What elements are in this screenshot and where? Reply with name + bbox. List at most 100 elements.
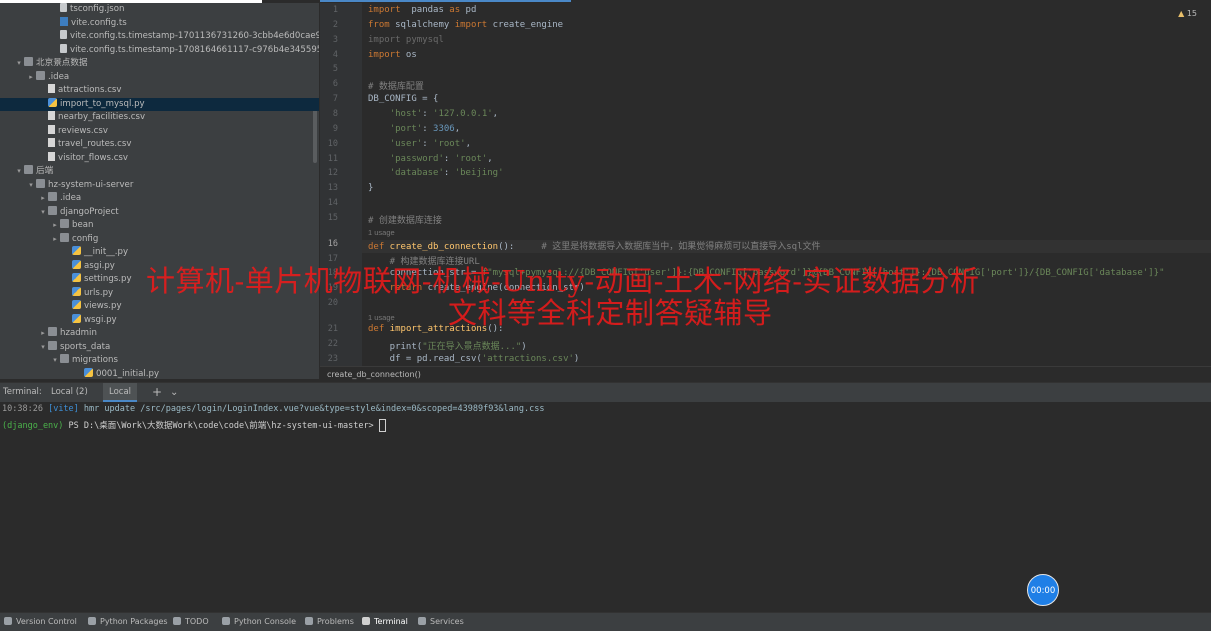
- expand-arrow-icon[interactable]: ▾: [50, 354, 60, 368]
- py-icon: [72, 246, 81, 255]
- tree-item[interactable]: visitor_flows.csv: [0, 151, 319, 166]
- tool-window-button[interactable]: Problems: [305, 613, 354, 631]
- folder-icon: [60, 354, 69, 363]
- expand-arrow-icon[interactable]: ▸: [50, 219, 60, 233]
- expand-arrow-icon[interactable]: ▾: [26, 179, 36, 193]
- code-token: :: [443, 153, 455, 164]
- tool-window-icon: [305, 616, 313, 625]
- code-line[interactable]: }: [368, 183, 373, 193]
- tree-item-label: visitor_flows.csv: [58, 152, 128, 163]
- tree-item[interactable]: tsconfig.json: [0, 3, 319, 17]
- tool-window-label: TODO: [185, 617, 209, 626]
- code-line[interactable]: # 创建数据库连接: [368, 213, 442, 226]
- tab-local[interactable]: Local: [103, 383, 138, 402]
- editor-breadcrumb[interactable]: create_db_connection(): [320, 366, 1211, 382]
- tree-item[interactable]: nearby_facilities.csv: [0, 111, 319, 125]
- code-line[interactable]: 'port': 3306,: [368, 124, 460, 134]
- folder-icon: [24, 57, 33, 66]
- line-number: 7: [332, 94, 338, 105]
- tree-item[interactable]: import_to_mysql.py: [0, 97, 319, 111]
- tree-item[interactable]: vite.config.ts.timestamp-1701136731260-3…: [0, 30, 319, 44]
- folder-icon: [48, 327, 57, 336]
- tree-item[interactable]: ▸ .idea: [0, 70, 319, 85]
- code-line[interactable]: import pandas as pd: [368, 5, 476, 15]
- usage-hint[interactable]: 1 usage: [368, 313, 395, 322]
- line-number: 10: [327, 138, 338, 149]
- code-line[interactable]: from sqlalchemy import create_engine: [368, 20, 563, 30]
- tree-item[interactable]: vite.config.ts.timestamp-1708164661117-c…: [0, 43, 319, 58]
- tree-item[interactable]: ▾ hz-system-ui-server: [0, 178, 319, 193]
- recording-timer[interactable]: 00:00: [1027, 574, 1059, 606]
- code-line[interactable]: import os: [368, 50, 417, 60]
- csv-icon: [48, 151, 55, 161]
- tool-window-button[interactable]: TODO: [173, 613, 209, 631]
- code-line[interactable]: df = pd.read_csv('attractions.csv'): [368, 354, 580, 364]
- line-number: 5: [332, 64, 338, 75]
- expand-arrow-icon[interactable]: ▸: [50, 233, 60, 247]
- code-line[interactable]: DB_CONFIG = {: [368, 94, 438, 104]
- code-line[interactable]: # 数据库配置: [368, 79, 424, 92]
- line-number: 9: [332, 123, 338, 134]
- code-line[interactable]: 'database': 'beijing': [368, 168, 504, 178]
- tree-item[interactable]: reviews.csv: [0, 124, 319, 139]
- code-line[interactable]: def create_db_connection(): # 这里是将数据导入数据…: [368, 239, 821, 252]
- tree-item-label: sports_data: [60, 341, 111, 352]
- code-line[interactable]: import pymysql: [368, 35, 444, 45]
- tree-item[interactable]: attractions.csv: [0, 84, 319, 98]
- expand-arrow-icon[interactable]: ▸: [38, 192, 48, 206]
- tree-item[interactable]: ▸ hzadmin: [0, 327, 319, 341]
- tool-window-button[interactable]: Version Control: [4, 613, 77, 631]
- new-tab-button[interactable]: +: [152, 383, 162, 402]
- tool-window-icon: [4, 616, 12, 625]
- expand-arrow-icon[interactable]: ▾: [14, 165, 24, 179]
- usage-hint[interactable]: 1 usage: [368, 228, 395, 237]
- tool-window-button[interactable]: Python Packages: [88, 613, 168, 631]
- tree-item-label: import_to_mysql.py: [60, 98, 145, 109]
- tool-window-icon: [362, 616, 370, 625]
- expand-arrow-icon[interactable]: ▸: [26, 71, 36, 85]
- expand-arrow-icon[interactable]: ▾: [14, 57, 24, 71]
- tree-item[interactable]: ▸ .idea: [0, 192, 319, 206]
- code-line[interactable]: print("正在导入景点数据..."): [368, 339, 527, 352]
- tab-dropdown-button[interactable]: ⌄: [170, 383, 178, 402]
- tree-item[interactable]: ▸ config: [0, 232, 319, 247]
- code-line[interactable]: 'password': 'root',: [368, 154, 493, 164]
- active-editor-tab-indicator: [320, 0, 571, 2]
- csv-icon: [48, 111, 55, 120]
- code-token: DB_CONFIG = {: [368, 94, 439, 105]
- tree-item[interactable]: ▾ migrations: [0, 354, 319, 368]
- code-token: import: [368, 5, 401, 15]
- project-tree[interactable]: tsconfig.json vite.config.ts vite.config.t…: [0, 3, 319, 379]
- file-icon: [60, 3, 67, 12]
- file-icon: [60, 43, 67, 53]
- tree-item[interactable]: vite.config.ts: [0, 16, 319, 31]
- tree-item-label: bean: [72, 220, 94, 230]
- tree-item[interactable]: views.py: [0, 300, 319, 314]
- tool-window-label: Problems: [317, 617, 354, 626]
- tree-item[interactable]: ▾ sports_data: [0, 340, 319, 355]
- tool-window-button[interactable]: Terminal: [362, 613, 408, 631]
- tree-item[interactable]: ▾ djangoProject: [0, 205, 319, 220]
- inspection-widget[interactable]: ▲ 15: [1178, 9, 1197, 18]
- tree-item[interactable]: wsgi.py: [0, 313, 319, 328]
- tool-window-button[interactable]: Python Console: [222, 613, 296, 631]
- code-token: ,: [487, 153, 493, 164]
- py-icon: [72, 286, 81, 296]
- tool-window-button[interactable]: Services: [418, 613, 464, 631]
- breadcrumb-function[interactable]: create_db_connection(): [327, 370, 421, 379]
- line-number: 16: [327, 238, 338, 249]
- code-token: 'beijing': [454, 168, 504, 179]
- tab-local-2[interactable]: Local (2): [51, 383, 88, 402]
- code-token: sqlalchemy: [389, 19, 455, 30]
- expand-arrow-icon[interactable]: ▾: [38, 341, 48, 355]
- tree-item[interactable]: 0001_initial.py: [0, 367, 319, 380]
- expand-arrow-icon[interactable]: ▸: [38, 327, 48, 341]
- tree-item[interactable]: ▸ bean: [0, 219, 319, 233]
- py-icon: [48, 97, 57, 107]
- tree-item[interactable]: travel_routes.csv: [0, 138, 319, 152]
- tree-item[interactable]: ▾ 北京景点数据: [0, 57, 319, 71]
- expand-arrow-icon[interactable]: ▾: [38, 206, 48, 220]
- code-line[interactable]: 'user': 'root',: [368, 139, 471, 149]
- tree-item[interactable]: ▾ 后端: [0, 165, 319, 179]
- code-line[interactable]: 'host': '127.0.0.1',: [368, 109, 498, 119]
